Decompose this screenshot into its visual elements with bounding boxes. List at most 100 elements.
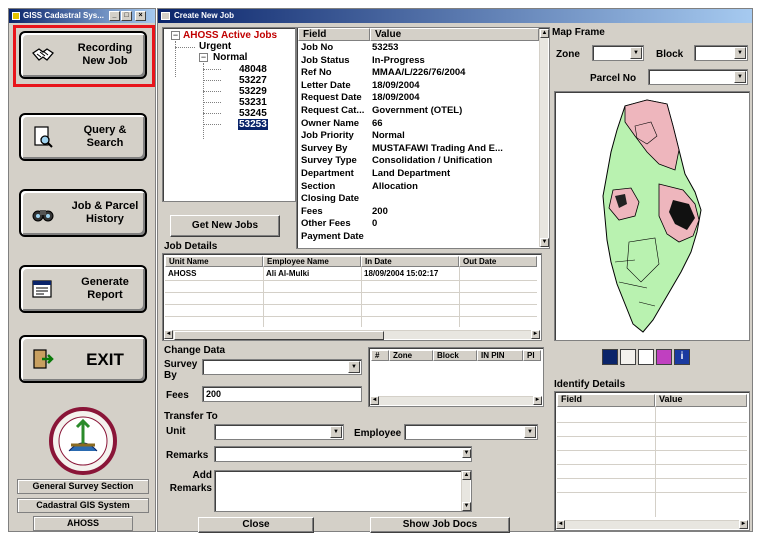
scroll-down-arrow-icon[interactable]: ▼ (540, 238, 549, 247)
fees-input[interactable]: 200 (202, 386, 362, 402)
identify-header-value[interactable]: Value (655, 394, 747, 407)
tree-job-53229[interactable]: 53229 (239, 86, 267, 97)
unit-label: Unit (166, 426, 186, 437)
tree-collapse-normal[interactable]: − (199, 53, 208, 62)
tree-job-53245[interactable]: 53245 (239, 108, 267, 119)
tree-job-48048[interactable]: 48048 (239, 64, 267, 75)
chevron-down-icon[interactable]: ▼ (630, 47, 642, 59)
prop-row[interactable]: Closing Date (298, 194, 540, 205)
show-job-docs-button[interactable]: Show Job Docs (370, 517, 510, 533)
scroll-right-arrow-icon[interactable]: ► (739, 520, 748, 529)
identify-header-field[interactable]: Field (557, 394, 655, 407)
report-icon (32, 280, 52, 298)
prop-field-value: Normal (372, 131, 405, 142)
scroll-thumb[interactable] (174, 331, 384, 340)
job-parcel-history-button[interactable]: Job & Parcel History (19, 189, 147, 237)
block-combo[interactable]: ▼ (694, 45, 748, 61)
employee-combo[interactable]: ▼ (404, 424, 538, 440)
tree-job-53253-selected[interactable]: 53253 (238, 119, 268, 130)
prop-header-value[interactable]: Value (370, 28, 539, 41)
scroll-right-arrow-icon[interactable]: ► (533, 396, 542, 405)
get-new-jobs-button[interactable]: Get New Jobs (170, 215, 280, 237)
prop-row[interactable]: Job Status In-Progress (298, 56, 540, 67)
scroll-right-arrow-icon[interactable]: ► (531, 330, 540, 339)
tree-node-urgent[interactable]: Urgent (199, 41, 231, 52)
jd-header-employee[interactable]: Employee Name (263, 256, 361, 267)
chevron-down-icon[interactable]: ▼ (330, 426, 342, 438)
remarks-input[interactable] (214, 446, 472, 462)
scroll-down-arrow-icon[interactable]: ▼ (462, 502, 471, 511)
active-jobs-tree[interactable]: − AHOSS Active Jobs Urgent − Normal 4804… (162, 27, 296, 202)
scroll-left-arrow-icon[interactable]: ◄ (164, 330, 173, 339)
tree-job-53227[interactable]: 53227 (239, 75, 267, 86)
jd-header-unit[interactable]: Unit Name (165, 256, 263, 267)
prop-row[interactable]: Section Allocation (298, 182, 540, 193)
unit-combo[interactable]: ▼ (214, 424, 344, 440)
scroll-up-arrow-icon[interactable]: ▲ (540, 29, 549, 38)
chevron-down-icon[interactable]: ▼ (734, 71, 746, 83)
jd-cell-unit: AHOSS (168, 269, 197, 278)
prop-row[interactable]: Payment Date (298, 232, 540, 243)
scroll-left-arrow-icon[interactable]: ◄ (556, 520, 565, 529)
job-properties-grid[interactable]: Field Value Job No 53253 Job Status In-Prog… (296, 27, 550, 249)
globe-icon[interactable] (602, 349, 618, 365)
remarks-dropdown-icon[interactable]: ▼ (462, 449, 471, 458)
scroll-up-arrow-icon[interactable]: ▲ (462, 471, 471, 480)
transfer-to-title: Transfer To (164, 411, 218, 422)
pan-hand-icon[interactable] (620, 349, 636, 365)
info-icon[interactable]: i (674, 349, 690, 365)
select-icon[interactable] (656, 349, 672, 365)
prop-header-field[interactable]: Field (298, 28, 370, 41)
exit-button[interactable]: EXIT (19, 335, 147, 383)
prop-row[interactable]: Survey By MUSTAFAWI Trading And E... (298, 144, 540, 155)
prop-row[interactable]: Survey Type Consolidation / Unification (298, 156, 540, 167)
job-details-table[interactable]: Unit Name Employee Name In Date Out Date… (162, 253, 542, 341)
prop-row[interactable]: Job Priority Normal (298, 131, 540, 142)
prop-row[interactable]: Request Date 18/09/2004 (298, 93, 540, 104)
parcel-list-hscrollbar[interactable]: ◄ ► (370, 396, 542, 405)
add-remarks-textarea[interactable] (214, 470, 472, 512)
parcel-header-block[interactable]: Block (433, 350, 477, 361)
tree-root-node[interactable]: AHOSS Active Jobs (183, 30, 277, 41)
parcel-header-num[interactable]: # (371, 350, 389, 361)
identify-hscrollbar[interactable]: ◄ ► (556, 520, 748, 529)
tree-collapse-root[interactable]: − (171, 31, 180, 40)
prop-row[interactable]: Ref No MMAA/L/226/76/2004 (298, 68, 540, 79)
parcel-header-zone[interactable]: Zone (389, 350, 433, 361)
jd-header-in-date[interactable]: In Date (361, 256, 459, 267)
parcel-list-table[interactable]: # Zone Block IN PIN PI ◄ ► (368, 347, 544, 407)
prop-row[interactable]: Letter Date 18/09/2004 (298, 81, 540, 92)
identify-details-table[interactable]: Field Value ◄ ► (554, 391, 750, 531)
close-window-button[interactable]: × (135, 11, 146, 21)
prop-grid-scrollbar[interactable]: ▲ ▼ (539, 29, 549, 247)
parcel-header-pi[interactable]: PI (523, 350, 541, 361)
survey-by-combo[interactable]: ▼ (202, 359, 362, 375)
map-canvas[interactable] (554, 91, 750, 341)
jd-header-out-date[interactable]: Out Date (459, 256, 537, 267)
prop-row[interactable]: Request Cat... Government (OTEL) (298, 106, 540, 117)
prop-row[interactable]: Fees 200 (298, 207, 540, 218)
zone-combo[interactable]: ▼ (592, 45, 644, 61)
add-remarks-scrollbar[interactable]: ▲ ▼ (461, 471, 471, 511)
generate-report-button[interactable]: Generate Report (19, 265, 147, 313)
close-button[interactable]: Close (198, 517, 314, 533)
job-details-hscrollbar[interactable]: ◄ ► (164, 330, 540, 340)
prop-row[interactable]: Other Fees 0 (298, 219, 540, 230)
chevron-down-icon[interactable]: ▼ (734, 47, 746, 59)
chevron-down-icon[interactable]: ▼ (524, 426, 536, 438)
scroll-left-arrow-icon[interactable]: ◄ (370, 396, 379, 405)
chevron-down-icon[interactable]: ▼ (348, 361, 360, 373)
zoom-box-icon[interactable] (638, 349, 654, 365)
parcel-no-combo[interactable]: ▼ (648, 69, 748, 85)
tree-job-53231[interactable]: 53231 (239, 97, 267, 108)
minimize-button[interactable]: _ (109, 11, 120, 21)
qatar-cadastral-map[interactable] (555, 92, 749, 340)
maximize-button[interactable]: □ (121, 11, 132, 21)
tree-node-normal[interactable]: Normal (213, 52, 247, 63)
parcel-header-in-pin[interactable]: IN PIN (477, 350, 523, 361)
query-search-button[interactable]: Query & Search (19, 113, 147, 161)
prop-row[interactable]: Job No 53253 (298, 43, 540, 54)
prop-row[interactable]: Owner Name 66 (298, 119, 540, 130)
selection-highlight (13, 25, 155, 87)
prop-row[interactable]: Department Land Department (298, 169, 540, 180)
